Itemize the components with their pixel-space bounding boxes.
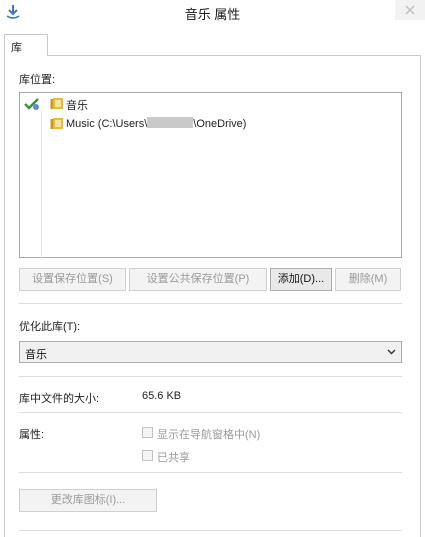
divider	[19, 303, 402, 304]
folder-icon	[50, 118, 63, 129]
list-item-label: Music (C:\Users\ \OneDrive)	[66, 117, 246, 130]
checkbox-box	[142, 450, 153, 461]
path-suffix: \OneDrive)	[193, 118, 247, 130]
change-library-icon-button[interactable]: 更改库图标(I)...	[19, 489, 157, 512]
show-in-navigation-checkbox[interactable]: 显示在导航窗格中(N)	[142, 427, 342, 441]
window-title: 音乐 属性	[184, 7, 241, 22]
divider	[19, 376, 402, 377]
folder-icon	[50, 98, 63, 109]
list-column-divider	[41, 110, 42, 258]
close-button[interactable]	[395, 0, 425, 20]
path-prefix: Music (C:\Users\	[66, 118, 148, 130]
redacted-username	[147, 117, 194, 128]
optimize-library-label: 优化此库(T):	[19, 321, 81, 333]
library-locations-list[interactable]: 音乐 Music (C:\Users\ \OneDrive)	[19, 92, 402, 258]
library-locations-label: 库位置:	[19, 74, 56, 86]
checkbox-box	[142, 427, 153, 438]
optimize-library-value: 音乐	[25, 349, 47, 361]
chevron-down-icon	[387, 349, 396, 355]
set-save-location-button[interactable]: 设置保存位置(S)	[19, 268, 126, 291]
list-item[interactable]: 音乐	[50, 95, 390, 113]
list-item-label: 音乐	[66, 100, 88, 112]
shared-checkbox[interactable]: 已共享	[142, 450, 242, 464]
tab-library[interactable]: 库	[4, 34, 48, 56]
divider	[19, 472, 402, 473]
library-size-label: 库中文件的大小:	[19, 393, 100, 405]
tab-library-label: 库	[11, 42, 22, 54]
list-item[interactable]: Music (C:\Users\ \OneDrive)	[50, 115, 390, 133]
add-location-button[interactable]: 添加(D)...	[270, 268, 332, 291]
title-bar: 音乐 属性	[0, 0, 425, 26]
optimize-library-select[interactable]: 音乐	[19, 341, 402, 363]
library-size-value: 65.6 KB	[142, 390, 182, 402]
remove-location-button[interactable]: 删除(M)	[335, 268, 401, 291]
set-public-save-location-button[interactable]: 设置公共保存位置(P)	[129, 268, 267, 291]
divider	[19, 530, 402, 531]
show-in-navigation-label: 显示在导航窗格中(N)	[157, 429, 261, 441]
attributes-label: 属性:	[19, 429, 45, 441]
close-icon	[405, 5, 415, 15]
shared-label: 已共享	[157, 452, 190, 464]
default-save-location-icon	[24, 98, 39, 110]
divider	[19, 412, 402, 413]
